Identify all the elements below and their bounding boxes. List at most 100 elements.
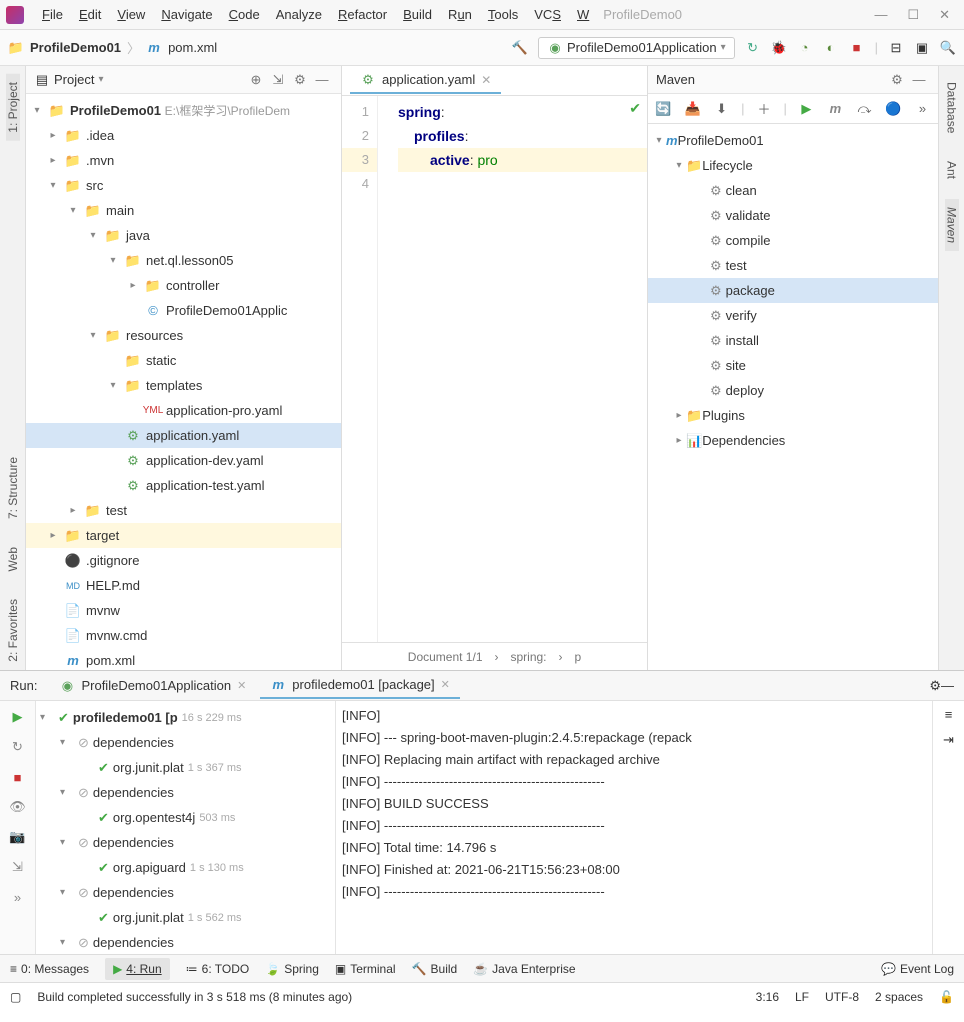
lock-icon[interactable]: 🔓 [939,990,954,1004]
menu-tools[interactable]: Tools [480,3,526,26]
close-button[interactable]: ✕ [939,7,950,23]
tree-item[interactable]: ProfileDemo01Applic [166,303,287,318]
gear-icon[interactable]: ⚙ [929,678,941,694]
snapshot-icon[interactable]: 📷 [8,827,28,847]
scroll-end-icon[interactable]: ⇥ [943,732,954,748]
run-tab-maven[interactable]: m profiledemo01 [package] ✕ [260,673,460,699]
maven-goal-selected[interactable]: package [726,283,775,298]
run-dep[interactable]: dependencies [93,935,174,950]
run-dep[interactable]: dependencies [93,735,174,750]
caret-position[interactable]: 3:16 [756,990,779,1004]
run-item[interactable]: org.junit.plat [113,910,184,925]
encoding[interactable]: UTF-8 [825,990,859,1004]
reload-icon[interactable]: 🔄 [654,99,673,119]
tree-item[interactable]: pom.xml [86,653,135,668]
maven-tree[interactable]: ▾mProfileDemo01 ▾📁Lifecycle ⚙clean ⚙vali… [648,124,938,670]
maven-lifecycle[interactable]: Lifecycle [702,158,753,173]
tree-item[interactable]: test [106,503,127,518]
maven-goal[interactable]: site [726,358,746,373]
run-item[interactable]: org.apiguard [113,860,186,875]
tree-item-selected[interactable]: application.yaml [146,428,239,443]
sidebar-tab-favorites[interactable]: 2: Favorites [6,591,20,670]
maven-goal[interactable]: compile [726,233,771,248]
run-tab-app[interactable]: ◉ ProfileDemo01Application ✕ [49,673,256,699]
console-output[interactable]: [INFO] [INFO] --- spring-boot-maven-plug… [336,701,932,954]
indent[interactable]: 2 spaces [875,990,923,1004]
maven-goal[interactable]: validate [726,208,771,223]
sidebar-tab-project[interactable]: 1: Project [6,74,20,141]
maven-project[interactable]: ProfileDemo01 [678,133,764,148]
chevron-down-icon[interactable]: ▾ [98,74,103,85]
menu-run[interactable]: Run [440,3,480,26]
maven-icon[interactable]: m [826,99,845,119]
rerun-icon[interactable]: ▶ [8,707,28,727]
tree-item[interactable]: .mvn [86,153,114,168]
run-dep[interactable]: dependencies [93,835,174,850]
tree-item[interactable]: src [86,178,103,193]
bottom-tab-todo[interactable]: ≔ 6: TODO [186,962,250,976]
maven-dependencies[interactable]: Dependencies [702,433,785,448]
hammer-icon[interactable]: 🔨 [512,40,528,56]
run-tree[interactable]: ▾✔profiledemo01 [p16 s 229 ms ▾⊘dependen… [36,701,336,954]
tree-item[interactable]: application-test.yaml [146,478,265,493]
menu-file[interactable]: File [34,3,71,26]
offline-icon[interactable]: 🔵 [884,99,903,119]
bottom-tab-run[interactable]: ▶ 4: Run [105,958,170,980]
tree-item[interactable]: static [146,353,176,368]
run-root[interactable]: profiledemo01 [p [73,710,178,725]
menu-navigate[interactable]: Navigate [153,3,220,26]
tree-item[interactable]: resources [126,328,183,343]
close-tab-icon[interactable]: ✕ [481,73,491,87]
bottom-tab-eventlog[interactable]: 💬 Event Log [881,962,954,976]
run-dep[interactable]: dependencies [93,785,174,800]
show-passed-icon[interactable]: 👁 [8,797,28,817]
editor-tab[interactable]: ⚙ application.yaml ✕ [350,68,501,94]
maven-goal[interactable]: verify [726,308,757,323]
gear-icon[interactable]: ⚙ [289,69,311,91]
code-area[interactable]: spring: profiles: active: pro [378,96,647,642]
tree-item[interactable]: .gitignore [86,553,139,568]
line-ending[interactable]: LF [795,990,809,1004]
target-icon[interactable]: ⊕ [245,69,267,91]
structure-icon[interactable]: ⊟ [888,40,904,56]
stop-icon[interactable]: ■ [849,40,865,56]
add-icon[interactable]: ＋ [754,99,773,119]
inspection-ok-icon[interactable]: ✔ [629,100,641,117]
project-tree[interactable]: ▾📁ProfileDemo01 E:\框架学习\ProfileDem ▸📁.id… [26,94,341,670]
bottom-tab-messages[interactable]: ≡ 0: Messages [10,962,89,976]
close-icon[interactable]: ✕ [441,678,450,691]
menu-code[interactable]: Code [221,3,268,26]
maven-goal[interactable]: test [726,258,747,273]
rerun-failed-icon[interactable]: ↻ [8,737,28,757]
maximize-button[interactable]: ☐ [907,7,919,23]
tree-item[interactable]: main [106,203,134,218]
sidebar-tab-ant[interactable]: Ant [945,153,959,187]
minimize-button[interactable]: — [874,7,887,23]
maven-plugins[interactable]: Plugins [702,408,745,423]
tree-item[interactable]: application-dev.yaml [146,453,264,468]
maven-goal[interactable]: clean [726,183,757,198]
tree-item[interactable]: HELP.md [86,578,140,593]
sidebar-tab-structure[interactable]: 7: Structure [6,449,20,527]
menu-edit[interactable]: Edit [71,3,109,26]
run-icon[interactable]: ▶ [797,99,816,119]
download-icon[interactable]: ⬇ [712,99,731,119]
bottom-tab-spring[interactable]: 🍃 Spring [265,962,319,976]
menu-view[interactable]: View [109,3,153,26]
menu-refactor[interactable]: Refactor [330,3,395,26]
hide-icon[interactable]: — [941,678,954,693]
gear-icon[interactable]: ⚙ [886,69,908,91]
bottom-tab-terminal[interactable]: ▣ Terminal [335,962,396,976]
close-icon[interactable]: ✕ [237,679,246,692]
menu-vcs[interactable]: VCS [526,3,569,26]
search-icon[interactable]: 🔍 [940,40,956,56]
collapse-icon[interactable]: ⇲ [267,69,289,91]
hide-icon[interactable]: — [311,69,333,91]
menu-window[interactable]: W [569,3,597,26]
sidebar-tab-database[interactable]: Database [945,74,959,141]
bottom-tab-javaee[interactable]: ☕ Java Enterprise [473,962,575,976]
profile-icon[interactable]: ◐ [823,40,839,56]
tree-item[interactable]: .idea [86,128,114,143]
tree-item[interactable]: java [126,228,150,243]
menu-analyze[interactable]: Analyze [268,3,330,26]
